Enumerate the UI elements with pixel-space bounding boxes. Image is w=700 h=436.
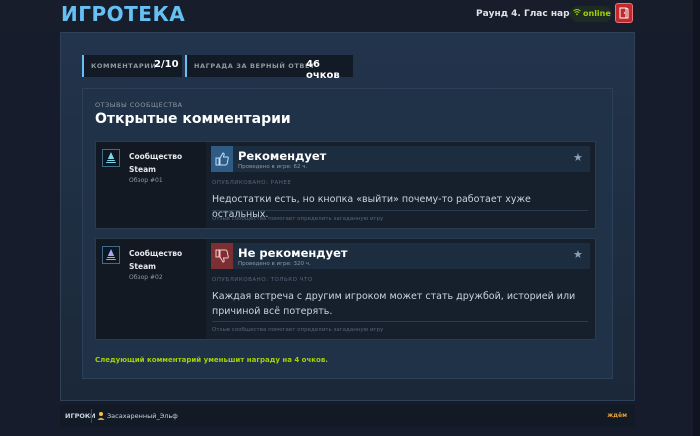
door-exit-icon [619,7,629,19]
review-footer: Отзыв сообщества помогает определить заг… [212,216,384,222]
review-verdict: Не рекомендует [238,246,348,260]
star-icon[interactable]: ★ [573,151,583,164]
wifi-icon [573,6,581,22]
review-hours: Проведено в игре: 320 ч. [238,261,311,267]
review-number: Обзор #01 [129,177,163,184]
review-author-block: Сообщество Steam Обзор #01 [96,142,206,228]
review-number: Обзор #02 [129,274,163,281]
avatar [102,246,120,264]
reward-label: НАГРАДА ЗА ВЕРНЫЙ ОТВЕТ [194,62,316,70]
reward-hint: Следующий комментарий уменьшит награду н… [95,356,328,364]
review-footer: Отзыв сообщества помогает определить заг… [212,327,384,333]
app-logo: ИГРОТЕКА [61,2,186,26]
review-text: Каждая встреча с другим игроком может ст… [212,291,576,317]
comments-value: 2/10 [154,59,179,70]
exit-button[interactable] [615,3,633,23]
review-header: Рекомендует Проведено в игре: 62 ч. ★ [211,146,590,172]
players-divider [91,409,92,423]
review-posted: ОПУБЛИКОВАНО: ТОЛЬКО ЧТО [212,277,313,283]
review-hours: Проведено в игре: 62 ч. [238,164,308,170]
star-icon[interactable]: ★ [573,248,583,261]
top-bar: ИГРОТЕКА Раунд 4. Глас народа online [0,0,700,32]
review-divider [212,321,588,322]
review-author: Сообщество Steam [129,152,183,174]
reviews-title: Открытые комментарии [95,111,291,127]
review-author-block: Сообщество Steam Обзор #02 [96,239,206,339]
scrollbar[interactable] [693,0,700,436]
comments-counter: КОММЕНТАРИИ 2/10 [82,55,182,77]
reward-value: 46 очков [306,59,340,81]
players-bar: ИГРОКИ Засахаренный_Эльф ждём [60,405,635,427]
review-divider [212,210,588,211]
reward-counter: НАГРАДА ЗА ВЕРНЫЙ ОТВЕТ 46 очков [185,55,353,81]
avatar [102,149,120,167]
review-author: Сообщество Steam [129,249,183,271]
online-status-label: online [583,9,611,18]
review-card: Сообщество Steam Обзор #02 Не рекомендуе… [95,238,596,340]
thumbs-down-icon [211,243,233,269]
review-verdict: Рекомендует [238,149,327,163]
review-header: Не рекомендует Проведено в игре: 320 ч. … [211,243,590,269]
comments-label: КОММЕНТАРИИ [91,62,157,70]
online-badge: online [570,6,612,22]
player-avatar-icon [97,411,105,422]
players-status: ждём [607,412,627,419]
review-posted: ОПУБЛИКОВАНО: РАНЕЕ [212,180,292,186]
thumbs-up-icon [211,146,233,172]
reviews-kicker: ОТЗЫВЫ СООБЩЕСТВА [95,101,183,109]
review-card: Сообщество Steam Обзор #01 Рекомендует П… [95,141,596,229]
player-name: Засахаренный_Эльф [107,412,178,420]
